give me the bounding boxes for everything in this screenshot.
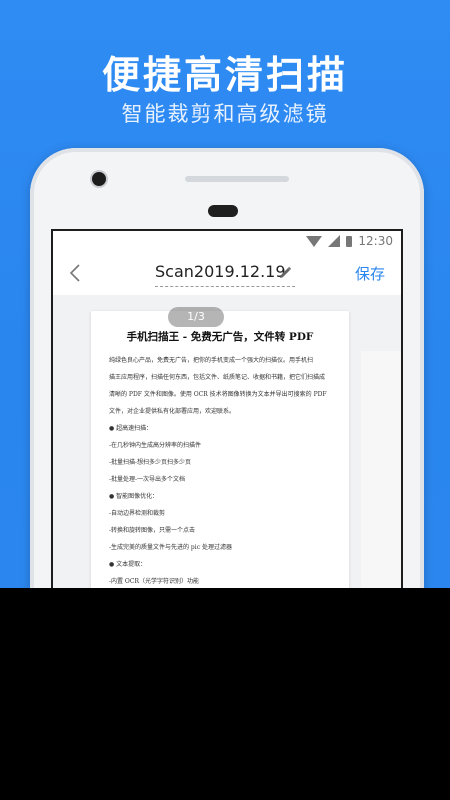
chevron-left-icon xyxy=(69,264,80,282)
subheadline: 智能裁剪和高级滤镜 xyxy=(121,102,329,126)
document-line: -内置 OCR（光学字符识别）功能 xyxy=(109,578,199,585)
status-icons: 12:30 xyxy=(306,234,393,248)
document-line: 纯绿色良心产品，免费无广告，把你的手机变成一个强大的扫描仪。用手机扫 xyxy=(109,357,314,364)
wifi-icon xyxy=(306,235,323,247)
document-line: ● 智能图像优化： xyxy=(109,493,159,500)
document-line: 文件，对企业提供私有化部署应用，欢迎联系。 xyxy=(109,408,236,415)
hero-banner: 便捷高清扫描 智能裁剪和高级滤镜 12:30 Scan2019.12.19 保存… xyxy=(0,0,450,588)
phone-frame: 12:30 Scan2019.12.19 保存 手机扫描王 - 免费无广告，文件… xyxy=(30,148,424,588)
document-line: -批量扫描-想扫多少页扫多少页 xyxy=(109,459,192,466)
document-line: -生成完美的质量文件与先进的 pic 处理过滤器 xyxy=(109,544,232,551)
earpiece xyxy=(208,205,238,217)
document-heading: 手机扫描王 - 免费无广告，文件转 PDF xyxy=(126,331,314,343)
document-line: ● 超高速扫描： xyxy=(109,425,153,432)
document-line: -自动边界检测和裁剪 xyxy=(109,510,166,517)
page-indicator: 1/3 xyxy=(168,307,224,327)
edit-icon[interactable] xyxy=(277,265,293,281)
document-title-field[interactable]: Scan2019.12.19 xyxy=(155,260,295,287)
speaker-grill xyxy=(185,176,289,182)
document-line: 清晰的 PDF 文件和图像。使用 OCR 技术将图像转换为文本并导出可搜索的 P… xyxy=(109,391,327,398)
document-line: -转换和旋转图像，只需一个点击 xyxy=(109,527,196,534)
document-line: -在几秒钟内生成高分辨率的扫描件 xyxy=(109,442,202,449)
battery-icon xyxy=(346,235,353,247)
front-camera xyxy=(90,170,108,188)
document-page[interactable]: 手机扫描王 - 免费无广告，文件转 PDF 纯绿色良心产品，免费无广告，把你的手… xyxy=(91,311,349,588)
status-bar: 12:30 xyxy=(53,231,401,251)
document-line: ● 文本提取： xyxy=(109,561,147,568)
bottom-blank-area xyxy=(0,588,450,800)
preview-area: 手机扫描王 - 免费无广告，文件转 PDF 纯绿色良心产品，免费无广告，把你的手… xyxy=(53,295,401,588)
phone-screen: 12:30 Scan2019.12.19 保存 手机扫描王 - 免费无广告，文件… xyxy=(51,229,403,588)
document-line: -批量处理-一次导出多个文档 xyxy=(109,476,186,483)
document-title: Scan2019.12.19 xyxy=(155,262,286,281)
document-line: 描王应用程序，扫描任何东西，包括文件、纸质笔记、收据和书籍，把它们扫描成 xyxy=(109,374,326,381)
app-bar: Scan2019.12.19 保存 xyxy=(53,251,401,295)
headline: 便捷高清扫描 xyxy=(101,53,348,97)
signal-icon xyxy=(328,235,341,247)
status-time: 12:30 xyxy=(358,234,393,248)
next-page-preview[interactable] xyxy=(361,351,401,588)
save-button[interactable]: 保存 xyxy=(355,263,385,284)
back-button[interactable] xyxy=(65,263,85,283)
